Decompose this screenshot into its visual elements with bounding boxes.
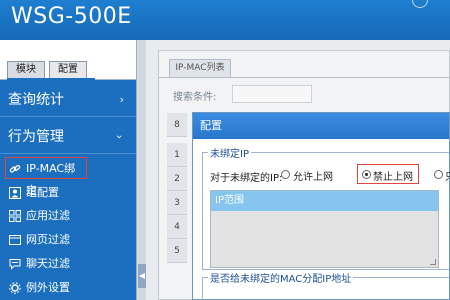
radio-label-deny[interactable]: 禁止上网 [373,168,413,183]
sidebar-item-label: 网页过滤 [26,233,70,246]
radio-allow-internet[interactable] [281,170,290,179]
unbound-ip-fieldset: 未绑定IP 对于未绑定的IP: 允许上网 禁止上网 只禁 IP范围 [202,145,450,270]
unbound-ip-legend: 未绑定IP [208,145,251,160]
table-row-number: 1 [167,143,187,167]
sidebar-splitter[interactable]: ◀ [136,40,146,300]
collapse-arrow-icon[interactable]: ◀ [138,264,146,288]
sidebar-item-label: 应用过滤 [26,209,70,222]
menu-group-behavior-mgmt[interactable]: 行为管理 › [0,120,136,154]
settings-icon [9,282,21,294]
user-icon [9,187,21,199]
table-row-number: 5 [167,239,187,263]
sidebar-item-app-filter[interactable]: 应用过滤 [0,205,136,227]
tab-modules[interactable]: 模块 [7,61,45,79]
search-label: 搜索条件: [173,92,217,103]
chevron-right-icon: › [119,93,124,106]
search-input[interactable] [232,85,312,103]
unbound-ip-option-label: 对于未绑定的IP: [210,173,283,184]
ip-range-header: IP范围 [211,191,438,211]
sidebar-item-label: 例外设置 [26,281,70,294]
ip-range-textarea[interactable] [211,211,438,267]
sidebar-item-exception-settings[interactable]: 例外设置 [0,277,136,299]
radio-deny-internet[interactable] [362,170,371,179]
app-header: WSG-500E [0,0,450,40]
table-row-number: 2 [167,167,187,191]
sidebar-item-group-config[interactable]: 组配置 [0,182,136,204]
tab-underline [7,78,95,80]
menu-group-query-stats[interactable]: 查询统计 › [0,83,136,117]
app-logo: WSG-500E [11,4,132,29]
chevron-down-icon: › [113,134,126,140]
menu-group-label: 查询统计 [8,92,64,108]
panel-divider [159,77,449,78]
sidebar-tabstrip: 模块 配置 [0,40,136,80]
header-decoration-icon [412,0,428,8]
grid-icon [9,210,21,222]
sidebar-item-label: 聊天过滤 [26,257,70,270]
sidebar-item-label: 组配置 [26,186,59,199]
dialog-body: 未绑定IP 对于未绑定的IP: 允许上网 禁止上网 只禁 IP范围 是否给未绑定… [193,139,450,300]
ip-range-box: IP范围 [210,190,439,268]
webpage-icon [9,235,21,245]
tab-ip-mac-list[interactable]: IP-MAC列表 [169,59,231,77]
resize-grip-icon[interactable] [430,259,436,265]
radio-label-allow[interactable]: 允许上网 [293,168,333,183]
radio-only-deny[interactable] [434,170,443,179]
tab-config[interactable]: 配置 [49,61,87,79]
table-row-number: 3 [167,191,187,215]
chat-icon [9,259,21,270]
table-row-number: 8 [167,113,187,137]
sidebar-item-web-filter[interactable]: 网页过滤 [0,229,136,251]
sidebar-item-ip-mac-binding[interactable]: IP-MAC绑定 [5,157,87,197]
radio-label-only-deny[interactable]: 只禁 [445,168,450,183]
config-dialog: 配置 未绑定IP 对于未绑定的IP: 允许上网 禁止上网 只禁 IP范围 是否给… [192,112,450,300]
sidebar: 模块 配置 查询统计 › 行为管理 › IP-MAC绑定 组配置 应用过滤 网页… [0,40,136,300]
sidebar-item-chat-filter[interactable]: 聊天过滤 [0,253,136,275]
link-icon [9,164,21,173]
table-row-number: 4 [167,215,187,239]
mac-assign-legend: 是否给未绑定的MAC分配IP地址 [208,270,354,285]
mac-assign-fieldset: 是否给未绑定的MAC分配IP地址 [202,270,449,300]
menu-group-label: 行为管理 [8,129,64,145]
dialog-title: 配置 [193,113,449,139]
